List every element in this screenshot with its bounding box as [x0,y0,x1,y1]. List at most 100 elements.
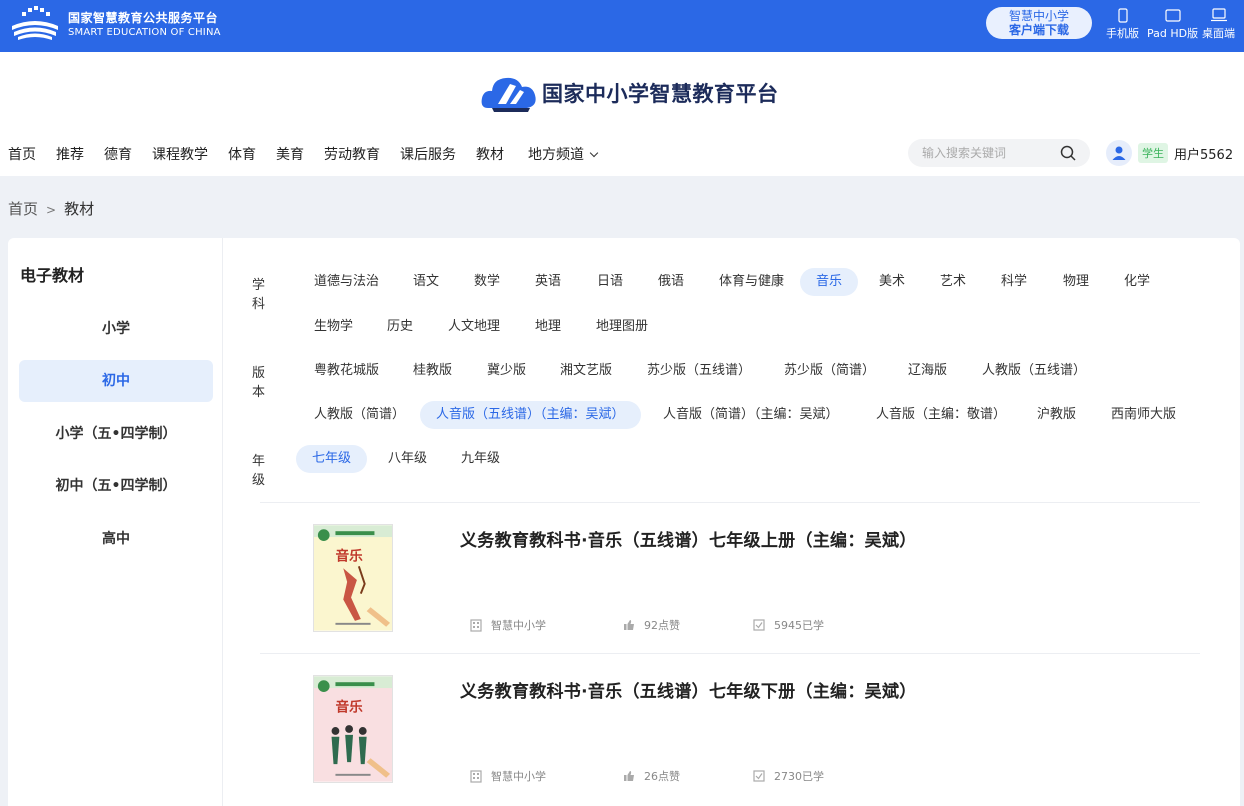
subject-chip[interactable]: 艺术 [924,268,982,296]
pad-version-link[interactable]: Pad HD版 [1147,8,1198,41]
nav-textbook[interactable]: 教材 [476,144,504,164]
subject-chip[interactable]: 历史 [371,313,429,341]
stage-sidebar: 电子教材 小学 初中 小学（五•四学制） 初中（五•四学制） 高中 [8,238,223,806]
edition-chip-active[interactable]: 人音版（五线谱）（主编：吴斌） [420,401,641,429]
textbook-panel: 电子教材 小学 初中 小学（五•四学制） 初中（五•四学制） 高中 学科 道德与… [8,238,1240,806]
grade-label: 年级 [252,454,266,488]
sidebar-item-junior-54[interactable]: 初中（五•四学制） [19,465,213,507]
book-item[interactable]: 音乐 义务教育教科书·音乐（五线谱）七年级下册（主编：吴斌） 智慧中小学 26点… [260,654,1200,804]
cloud-logo-icon [481,77,536,112]
subject-chip[interactable]: 生物学 [298,313,369,341]
thumbs-up-icon [624,771,634,781]
edition-chip[interactable]: 西南师大版 [1095,401,1192,429]
subject-chip[interactable]: 语文 [397,268,455,296]
book-likes-text: 26点赞 [644,770,680,783]
subject-chip[interactable]: 美术 [863,268,921,296]
nav-course[interactable]: 课程教学 [152,144,208,164]
sidebar-item-primary-54[interactable]: 小学（五•四学制） [19,413,213,455]
subject-chip[interactable]: 英语 [519,268,577,296]
cover-title: 音乐 [335,698,363,715]
breadcrumb-current: 教材 [64,200,95,218]
main-logo[interactable]: 国家中小学智慧教育平台 [480,70,779,116]
book-likes-text: 92点赞 [644,619,680,632]
edition-chip[interactable]: 人音版（主编：敬谱） [860,401,1022,429]
subject-chip[interactable]: 道德与法治 [298,268,395,296]
subject-chip[interactable]: 地理 [519,313,577,341]
sidebar-item-senior[interactable]: 高中 [19,518,213,560]
nav-local-channel[interactable]: 地方频道 [528,144,597,164]
edition-chip[interactable]: 湘文艺版 [544,357,628,385]
breadcrumb-separator: > [46,203,57,217]
search-input[interactable] [922,143,1062,163]
edition-chip[interactable]: 人教版（五线谱） [966,357,1102,385]
subject-chip[interactable]: 化学 [1108,268,1166,296]
client-download-button[interactable]: 智慧中小学 客户端下载 [986,7,1092,39]
edition-chip[interactable]: 沪教版 [1021,401,1092,429]
cover-title: 音乐 [335,547,363,564]
laptop-icon [1210,8,1227,22]
nav-moral[interactable]: 德育 [104,144,132,164]
book-item[interactable]: 音乐 义务教育教科书·音乐（五线谱）七年级上册（主编：吴斌） 智慧中小学 92点… [260,503,1200,653]
nav-arts[interactable]: 美育 [276,144,304,164]
mobile-version-link[interactable]: 手机版 [1106,8,1139,41]
download-line-2: 客户端下载 [1008,23,1069,37]
device-label: 手机版 [1106,27,1139,40]
edition-chip[interactable]: 冀少版 [471,357,542,385]
book-source-text: 智慧中小学 [491,770,546,783]
user-menu[interactable]: 学生 用户5562 [1106,140,1233,166]
subject-chip[interactable]: 科学 [985,268,1043,296]
edition-chip[interactable]: 人教版（简谱） [298,401,421,429]
platform-brand[interactable]: 国家智慧教育公共服务平台 SMART EDUCATION OF CHINA [8,6,221,42]
book-cover-image[interactable]: 音乐 [313,524,393,632]
breadcrumb-home[interactable]: 首页 [8,200,38,218]
nav-recommend[interactable]: 推荐 [56,144,84,164]
subject-chip[interactable]: 俄语 [642,268,700,296]
subject-chip[interactable]: 体育与健康 [703,268,800,296]
role-badge: 学生 [1138,143,1168,163]
search-icon[interactable] [1060,145,1076,161]
edition-chip[interactable]: 人音版（简谱）（主编：吴斌） [647,401,855,429]
subject-chip[interactable]: 数学 [458,268,516,296]
grade-chip[interactable]: 八年级 [372,445,443,473]
site-header: 国家中小学智慧教育平台 首页 推荐 德育 课程教学 体育 美育 劳动教育 课后服… [0,52,1244,176]
book-title[interactable]: 义务教育教科书·音乐（五线谱）七年级下册（主编：吴斌） [460,677,917,702]
edition-chip[interactable]: 桂教版 [397,357,468,385]
edition-chip[interactable]: 辽海版 [892,357,963,385]
studied-icon [753,619,765,631]
subject-chip-active[interactable]: 音乐 [800,268,859,296]
thumbs-up-icon [624,620,634,630]
edition-chip[interactable]: 粤教花城版 [298,357,395,385]
subject-chip[interactable]: 地理图册 [580,313,664,341]
edition-chip[interactable]: 苏少版（五线谱） [631,357,767,385]
book-learners: 2730已学 [753,768,824,784]
sidebar-title: 电子教材 [20,266,85,285]
device-label: Pad HD版 [1147,27,1199,40]
book-source: 智慧中小学 [470,768,546,784]
phone-icon [1117,8,1128,23]
avatar[interactable] [1106,140,1132,166]
edition-chip[interactable]: 苏少版（简谱） [768,357,891,385]
username[interactable]: 用户5562 [1174,144,1233,163]
building-icon [470,618,482,632]
grade-chip-active[interactable]: 七年级 [296,445,368,473]
nav-after-school[interactable]: 课后服务 [400,144,456,164]
top-bar: 国家智慧教育公共服务平台 SMART EDUCATION OF CHINA 智慧… [0,0,1244,52]
sidebar-item-primary[interactable]: 小学 [19,308,213,350]
brand-name-en: SMART EDUCATION OF CHINA [68,26,221,38]
nav-sports[interactable]: 体育 [228,144,256,164]
nav-home[interactable]: 首页 [8,144,36,164]
subject-chip[interactable]: 日语 [581,268,639,296]
desktop-version-link[interactable]: 桌面端 [1202,8,1235,41]
book-cover-image[interactable]: 音乐 [313,675,393,783]
grade-chip[interactable]: 九年级 [445,445,516,473]
device-label: 桌面端 [1202,27,1235,40]
subject-chip[interactable]: 物理 [1047,268,1105,296]
platform-logo-icon [12,6,58,40]
main-nav: 首页 推荐 德育 课程教学 体育 美育 劳动教育 课后服务 教材 地方频道 [8,144,617,164]
sidebar-item-junior[interactable]: 初中 [19,360,213,402]
edition-label: 版本 [252,366,266,400]
nav-labor[interactable]: 劳动教育 [324,144,380,164]
book-title[interactable]: 义务教育教科书·音乐（五线谱）七年级上册（主编：吴斌） [460,526,917,551]
subject-chip[interactable]: 人文地理 [432,313,516,341]
download-line-1: 智慧中小学 [1008,9,1069,23]
